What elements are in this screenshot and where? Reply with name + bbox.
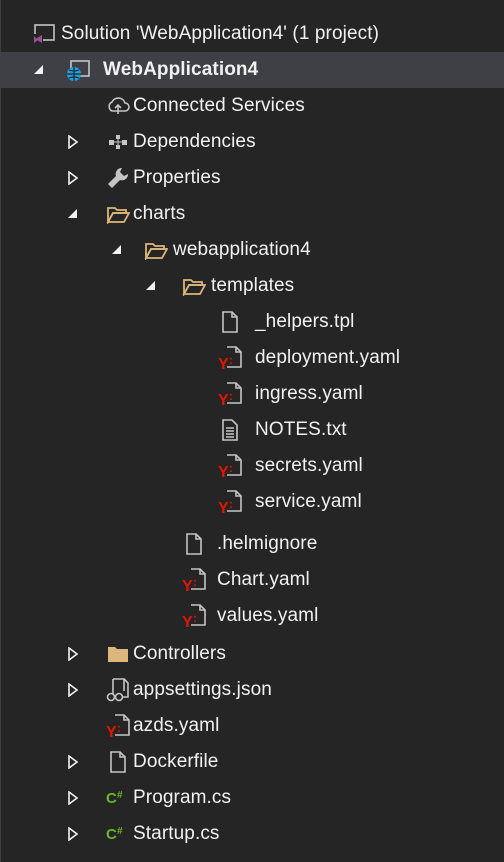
yaml-file-icon: Y : <box>181 567 207 593</box>
tree-row-appsettings-json[interactable]: appsettings.json <box>1 672 504 708</box>
ingress-yaml-label: ingress.yaml <box>255 383 363 404</box>
tree-row-chart-yaml[interactable]: Y : Chart.yaml <box>1 562 504 598</box>
chart-yaml-label: Chart.yaml <box>217 569 310 590</box>
yaml-file-icon: Y : <box>217 453 243 479</box>
templates-label: templates <box>211 275 295 296</box>
tree-row-service-yaml[interactable]: Y : service.yaml <box>1 484 504 520</box>
expanded-arrow-icon[interactable] <box>29 52 49 88</box>
svg-text:Y: Y <box>106 724 117 739</box>
text-file-icon <box>217 417 243 443</box>
tree-row-azds-yaml[interactable]: Y : azds.yaml <box>1 708 504 744</box>
collapsed-arrow-icon[interactable] <box>63 816 83 852</box>
tree-row-webapplication4[interactable]: webapplication4 <box>1 232 504 268</box>
svg-text::: : <box>193 611 197 625</box>
solution-label: Solution 'WebApplication4' (1 project) <box>61 23 380 44</box>
file-icon <box>181 531 207 557</box>
webapplication4-label: webapplication4 <box>173 239 311 260</box>
svg-text::: : <box>193 575 197 589</box>
svg-text::: : <box>229 461 233 475</box>
dockerfile-label: Dockerfile <box>133 751 219 772</box>
expanded-arrow-icon[interactable] <box>141 268 161 304</box>
azds-yaml-label: azds.yaml <box>133 715 220 736</box>
open-folder-icon <box>181 273 207 299</box>
tree-row-notes-txt[interactable]: NOTES.txt <box>1 412 504 448</box>
svg-text:Y: Y <box>218 392 229 407</box>
svg-text:Y: Y <box>218 356 229 371</box>
tree-row-helmignore[interactable]: .helmignore <box>1 526 504 562</box>
controllers-label: Controllers <box>133 643 226 664</box>
yaml-file-icon: Y : <box>105 713 131 739</box>
svg-text:C: C <box>106 826 117 843</box>
dependencies-label: Dependencies <box>133 131 256 152</box>
web-project-icon <box>65 57 91 83</box>
startup-cs-label: Startup.cs <box>133 823 220 844</box>
charts-label: charts <box>133 203 186 224</box>
svg-text::: : <box>229 389 233 403</box>
open-folder-icon <box>143 237 169 263</box>
yaml-file-icon: Y : <box>217 381 243 407</box>
file-icon <box>217 309 243 335</box>
expanded-arrow-icon[interactable] <box>107 232 127 268</box>
helpers-tpl-label: _helpers.tpl <box>255 311 355 332</box>
tree-row-secrets-yaml[interactable]: Y : secrets.yaml <box>1 448 504 484</box>
file-icon <box>105 749 131 775</box>
expanded-arrow-icon[interactable] <box>63 196 83 232</box>
tree-row-ingress-yaml[interactable]: Y : ingress.yaml <box>1 376 504 412</box>
helmignore-label: .helmignore <box>217 533 318 554</box>
svg-text:Y: Y <box>182 578 193 593</box>
tree-row-startup-cs[interactable]: C # Startup.cs <box>1 816 504 852</box>
values-yaml-label: values.yaml <box>217 605 319 626</box>
folder-icon <box>105 641 131 667</box>
yaml-file-icon: Y : <box>217 489 243 515</box>
tree-row-properties[interactable]: Properties <box>1 160 504 196</box>
solution-icon <box>31 21 57 47</box>
json-file-icon <box>105 677 131 703</box>
deployment-yaml-label: deployment.yaml <box>255 347 401 368</box>
dependencies-icon <box>105 129 131 155</box>
svg-text::: : <box>117 721 121 735</box>
tree-row-charts[interactable]: charts <box>1 196 504 232</box>
properties-label: Properties <box>133 167 221 188</box>
solution-explorer-tree: Solution 'WebApplication4' (1 project) W… <box>0 0 504 862</box>
collapsed-arrow-icon[interactable] <box>63 780 83 816</box>
tree-row-controllers[interactable]: Controllers <box>1 636 504 672</box>
collapsed-arrow-icon[interactable] <box>63 672 83 708</box>
yaml-file-icon: Y : <box>217 345 243 371</box>
svg-text:Y: Y <box>182 614 193 629</box>
tree-row-connected-services[interactable]: Connected Services <box>1 88 504 124</box>
appsettings-json-label: appsettings.json <box>133 679 272 700</box>
tree-row-dockerfile[interactable]: Dockerfile <box>1 744 504 780</box>
csharp-file-icon: C # <box>105 821 131 847</box>
service-yaml-label: service.yaml <box>255 491 362 512</box>
svg-text::: : <box>229 353 233 367</box>
collapsed-arrow-icon[interactable] <box>63 160 83 196</box>
collapsed-arrow-icon[interactable] <box>63 124 83 160</box>
secrets-yaml-label: secrets.yaml <box>255 455 363 476</box>
tree-row-helpers-tpl[interactable]: _helpers.tpl <box>1 304 504 340</box>
tree-row-solution[interactable]: Solution 'WebApplication4' (1 project) <box>1 16 504 52</box>
program-cs-label: Program.cs <box>133 787 232 808</box>
tree-row-deployment-yaml[interactable]: Y : deployment.yaml <box>1 340 504 376</box>
yaml-file-icon: Y : <box>181 603 207 629</box>
svg-text:Y: Y <box>218 464 229 479</box>
tree-row-project[interactable]: WebApplication4 <box>1 52 504 88</box>
tree-row-templates[interactable]: templates <box>1 268 504 304</box>
tree-row-values-yaml[interactable]: Y : values.yaml <box>1 598 504 634</box>
connected-services-label: Connected Services <box>133 95 305 116</box>
csharp-file-icon: C # <box>105 785 131 811</box>
collapsed-arrow-icon[interactable] <box>63 744 83 780</box>
tree-row-program-cs[interactable]: C # Program.cs <box>1 780 504 816</box>
tree-row-dependencies[interactable]: Dependencies <box>1 124 504 160</box>
svg-text:#: # <box>117 790 123 801</box>
svg-text:Y: Y <box>218 500 229 515</box>
open-folder-icon <box>105 201 131 227</box>
svg-text::: : <box>229 497 233 511</box>
notes-txt-label: NOTES.txt <box>255 419 347 440</box>
wrench-icon <box>105 165 131 191</box>
cloud-icon <box>105 93 131 119</box>
svg-text:C: C <box>106 790 117 807</box>
project-label: WebApplication4 <box>103 59 259 80</box>
collapsed-arrow-icon[interactable] <box>63 636 83 672</box>
svg-text:#: # <box>117 826 123 837</box>
